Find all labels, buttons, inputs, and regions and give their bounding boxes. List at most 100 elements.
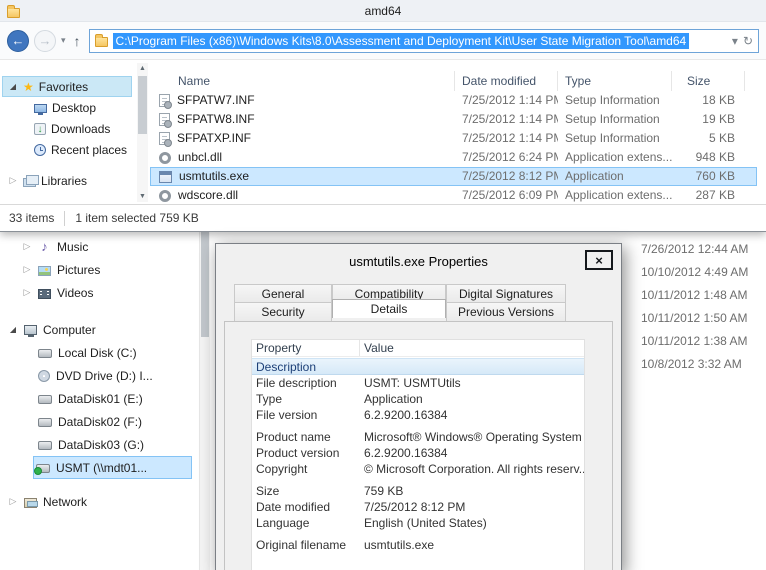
file-date: 7/25/2012 6:09 PM xyxy=(462,188,558,202)
value-column-header: Value xyxy=(364,341,394,355)
property-row[interactable]: Type Application xyxy=(252,391,584,407)
property-row[interactable]: File version 6.2.9200.16384 xyxy=(252,407,584,423)
property-list-header: Property Value xyxy=(252,340,584,357)
property-row[interactable]: Original filename usmtutils.exe xyxy=(252,537,584,553)
sidebar-item-music[interactable]: ▷ ♪ Music xyxy=(0,235,198,258)
sidebar-item-recent-places[interactable]: Recent places xyxy=(0,139,132,160)
sidebar-item-label: DataDisk03 (G:) xyxy=(58,437,145,452)
back-button[interactable]: ← xyxy=(7,29,29,52)
property-row[interactable]: Size 759 KB xyxy=(252,483,584,499)
property-name: Copyright xyxy=(256,462,308,476)
tab-general[interactable]: General xyxy=(234,284,332,302)
up-button[interactable]: ↑ xyxy=(71,33,84,49)
sidebar-item-videos[interactable]: ▷ Videos xyxy=(0,281,198,304)
row-padding xyxy=(745,110,757,129)
background-navigation-pane: ▷ ♪ Music ▷ Pictures ▷ Videos ◢ Computer xyxy=(0,232,198,513)
scrollbar-thumb[interactable] xyxy=(201,232,209,337)
file-row[interactable]: SFPATXP.INF 7/25/2012 1:14 PM Setup Info… xyxy=(150,129,757,148)
network-drive-icon xyxy=(34,464,50,475)
sidebar-item-usmt-share[interactable]: USMT (\\mdt01... xyxy=(33,456,192,479)
sidebar-item-pictures[interactable]: ▷ Pictures xyxy=(0,258,198,281)
sidebar-item-libraries[interactable]: ▷ Libraries xyxy=(0,170,132,191)
sidebar-item-datadisk01-e[interactable]: DataDisk01 (E:) xyxy=(0,387,198,410)
background-sidebar-scrollbar[interactable] xyxy=(199,232,210,570)
history-dropdown-icon[interactable]: ▾ xyxy=(61,35,66,46)
file-name: SFPATXP.INF xyxy=(177,131,252,145)
property-row[interactable]: Language English (United States) xyxy=(252,515,584,531)
navigation-toolbar: ← → ▾ ↑ C:\Program Files (x86)\Windows K… xyxy=(0,22,766,60)
property-row[interactable]: Product version 6.2.9200.16384 xyxy=(252,445,584,461)
file-row-selected[interactable]: usmtutils.exe 7/25/2012 8:12 PM Applicat… xyxy=(150,167,757,186)
date-modified-value: 10/11/2012 1:38 AM xyxy=(641,334,748,348)
property-row[interactable]: Copyright © Microsoft Corporation. All r… xyxy=(252,461,584,477)
scrollbar-thumb[interactable] xyxy=(138,76,147,134)
forward-button[interactable]: → xyxy=(34,29,56,52)
sidebar-item-downloads[interactable]: Downloads xyxy=(0,118,132,139)
pictures-icon xyxy=(38,265,51,276)
property-row[interactable]: Product name Microsoft® Windows® Operati… xyxy=(252,429,584,445)
collapse-arrow-icon[interactable]: ▷ xyxy=(8,175,18,186)
sidebar-item-dvd-drive-d[interactable]: DVD Drive (D:) I... xyxy=(0,364,198,387)
file-size: 18 KB xyxy=(702,93,735,107)
sidebar-item-computer[interactable]: ◢ Computer xyxy=(0,318,198,341)
expand-arrow-icon[interactable]: ◢ xyxy=(8,82,18,91)
sidebar-item-datadisk02-f[interactable]: DataDisk02 (F:) xyxy=(0,410,198,433)
sidebar-item-label: USMT (\\mdt01... xyxy=(56,460,148,475)
sidebar-item-desktop[interactable]: Desktop xyxy=(0,97,132,118)
file-row[interactable]: wdscore.dll 7/25/2012 6:09 PM Applicatio… xyxy=(150,186,757,204)
collapse-arrow-icon[interactable]: ▷ xyxy=(22,287,32,298)
row-padding xyxy=(745,167,757,186)
tab-previous-versions[interactable]: Previous Versions xyxy=(446,302,566,321)
sidebar-item-label: DVD Drive (D:) I... xyxy=(56,368,153,383)
tab-security[interactable]: Security xyxy=(234,302,332,321)
close-button[interactable]: × xyxy=(585,250,613,270)
address-dropdown-icon[interactable]: ▾ xyxy=(732,34,738,48)
column-header-date-modified[interactable]: Date modified xyxy=(455,71,558,91)
tab-digital-signatures[interactable]: Digital Signatures xyxy=(446,284,566,302)
collapse-arrow-icon[interactable]: ▷ xyxy=(22,241,32,252)
property-value: Microsoft® Windows® Operating System xyxy=(364,430,582,444)
column-header-name[interactable]: Name xyxy=(150,71,455,91)
collapse-arrow-icon[interactable]: ▷ xyxy=(8,496,18,507)
column-header-type[interactable]: Type xyxy=(558,71,672,91)
scroll-up-icon[interactable]: ▲ xyxy=(137,63,148,74)
file-date: 7/25/2012 1:14 PM xyxy=(462,112,558,126)
sidebar-item-network[interactable]: ▷ Network xyxy=(0,490,198,513)
recent-places-icon xyxy=(34,143,46,156)
collapse-arrow-icon[interactable]: ▷ xyxy=(22,264,32,275)
sidebar-item-label: DataDisk01 (E:) xyxy=(58,391,143,406)
file-size: 287 KB xyxy=(695,188,735,202)
property-value: Application xyxy=(364,392,423,406)
address-bar[interactable]: C:\Program Files (x86)\Windows Kits\8.0\… xyxy=(88,28,759,53)
sidebar-item-label: Pictures xyxy=(57,262,101,277)
file-row[interactable]: SFPATW7.INF 7/25/2012 1:14 PM Setup Info… xyxy=(150,91,757,110)
tab-details[interactable]: Details xyxy=(332,299,446,318)
file-row[interactable]: unbcl.dll 7/25/2012 6:24 PM Application … xyxy=(150,148,757,167)
refresh-icon[interactable]: ↻ xyxy=(743,34,753,48)
column-headers: Name Date modified Type Size xyxy=(150,71,757,91)
property-row[interactable]: File description USMT: USMTUtils xyxy=(252,375,584,391)
date-modified-value: 10/10/2012 4:49 AM xyxy=(641,265,749,279)
file-name-cell: SFPATW7.INF xyxy=(150,91,455,110)
sidebar-item-datadisk03-g[interactable]: DataDisk03 (G:) xyxy=(0,433,198,456)
address-folder-icon xyxy=(94,33,108,47)
file-type: Setup Information xyxy=(565,93,660,107)
row-padding xyxy=(745,91,757,110)
property-value: USMT: USMTUtils xyxy=(364,376,461,390)
sidebar-item-local-disk-c[interactable]: Local Disk (C:) xyxy=(0,341,198,364)
window-titlebar: amd64 xyxy=(0,0,766,22)
address-path-text: C:\Program Files (x86)\Windows Kits\8.0\… xyxy=(112,32,690,49)
scroll-down-icon[interactable]: ▼ xyxy=(137,191,148,202)
explorer-content: ◢ ★ Favorites Desktop Downloads Recent p… xyxy=(0,61,766,204)
column-header-size[interactable]: Size xyxy=(672,71,745,91)
property-row[interactable]: Date modified 7/25/2012 8:12 PM xyxy=(252,499,584,515)
row-padding xyxy=(745,148,757,167)
expand-arrow-icon[interactable]: ◢ xyxy=(8,325,18,334)
file-name: SFPATW8.INF xyxy=(177,112,255,126)
file-row[interactable]: SFPATW8.INF 7/25/2012 1:14 PM Setup Info… xyxy=(150,110,757,129)
sidebar-scrollbar[interactable]: ▲ ▼ xyxy=(137,63,148,202)
file-name-cell: SFPATW8.INF xyxy=(150,110,455,129)
dvd-icon xyxy=(38,370,50,382)
sidebar-item-favorites[interactable]: ◢ ★ Favorites xyxy=(2,76,132,97)
music-icon: ♪ xyxy=(41,239,48,254)
